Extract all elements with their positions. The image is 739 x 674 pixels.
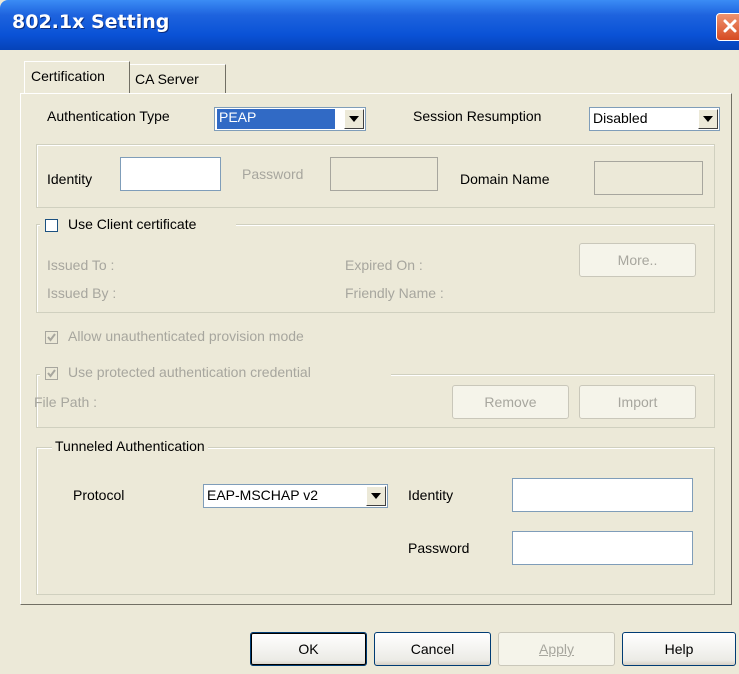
session-resumption-select[interactable]: Disabled — [589, 107, 720, 131]
tunneled-password-label: Password — [408, 540, 470, 556]
protocol-value: EAP-MSCHAP v2 — [207, 487, 318, 503]
tunneled-password-input[interactable] — [512, 531, 693, 565]
expired-on-label: Expired On : — [345, 257, 423, 273]
use-client-certificate-checkbox[interactable] — [45, 219, 58, 232]
issued-to-label: Issued To : — [47, 257, 115, 273]
window-title: 802.1x Setting — [12, 11, 170, 33]
domain-name-label: Domain Name — [460, 171, 550, 187]
authentication-type-label: Authentication Type — [47, 108, 170, 124]
title-bar[interactable]: 802.1x Setting — [0, 0, 739, 50]
tunneled-authentication-caption: Tunneled Authentication — [52, 438, 208, 454]
more-button[interactable]: More.. — [579, 243, 696, 277]
issued-by-label: Issued By : — [47, 285, 117, 301]
password-label: Password — [242, 166, 304, 182]
apply-button-label: Apply — [538, 641, 575, 657]
allow-unauthenticated-provision-checkbox[interactable] — [45, 331, 58, 344]
password-input[interactable] — [330, 157, 438, 191]
tunneled-identity-label: Identity — [408, 487, 454, 503]
authentication-type-select[interactable]: PEAP — [214, 107, 366, 131]
import-button[interactable]: Import — [579, 385, 696, 419]
tab-certification[interactable]: Certification — [24, 61, 130, 93]
check-icon — [47, 333, 56, 342]
session-resumption-dropdown-button[interactable] — [698, 109, 718, 129]
session-resumption-label: Session Resumption — [413, 108, 542, 124]
close-icon — [723, 19, 737, 33]
authentication-type-dropdown-button[interactable] — [344, 109, 364, 129]
identity-label: Identity — [47, 171, 93, 187]
ok-button[interactable]: OK — [250, 632, 367, 666]
check-icon — [47, 369, 56, 378]
help-button[interactable]: Help — [622, 632, 736, 666]
close-button[interactable] — [716, 13, 739, 41]
cancel-button[interactable]: Cancel — [374, 632, 491, 666]
chevron-down-icon — [371, 493, 381, 499]
use-protected-credential-label: Use protected authentication credential — [68, 364, 311, 380]
chevron-down-icon — [703, 116, 713, 122]
domain-name-input[interactable] — [594, 161, 703, 195]
allow-unauthenticated-provision-label: Allow unauthenticated provision mode — [68, 328, 304, 344]
session-resumption-value: Disabled — [593, 110, 648, 126]
identity-input[interactable] — [120, 157, 221, 191]
use-protected-credential-checkbox[interactable] — [45, 367, 58, 380]
tunneled-authentication-group — [36, 447, 715, 595]
friendly-name-label: Friendly Name : — [345, 285, 444, 301]
protocol-label: Protocol — [73, 487, 125, 503]
file-path-label: File Path : — [34, 394, 98, 410]
dialog-window: 802.1x Setting Certification CA Server A… — [0, 0, 739, 674]
tab-ca-server[interactable]: CA Server — [128, 64, 226, 93]
tab-ca-server-label: CA Server — [135, 71, 199, 87]
chevron-down-icon — [349, 116, 359, 122]
apply-button[interactable]: Apply — [498, 632, 615, 666]
protocol-dropdown-button[interactable] — [366, 486, 386, 506]
protocol-select[interactable]: EAP-MSCHAP v2 — [203, 484, 388, 508]
tunneled-identity-input[interactable] — [512, 478, 693, 512]
tab-certification-label: Certification — [31, 68, 105, 84]
use-client-certificate-label: Use Client certificate — [68, 216, 197, 232]
remove-button[interactable]: Remove — [452, 385, 569, 419]
authentication-type-value: PEAP — [217, 109, 335, 129]
